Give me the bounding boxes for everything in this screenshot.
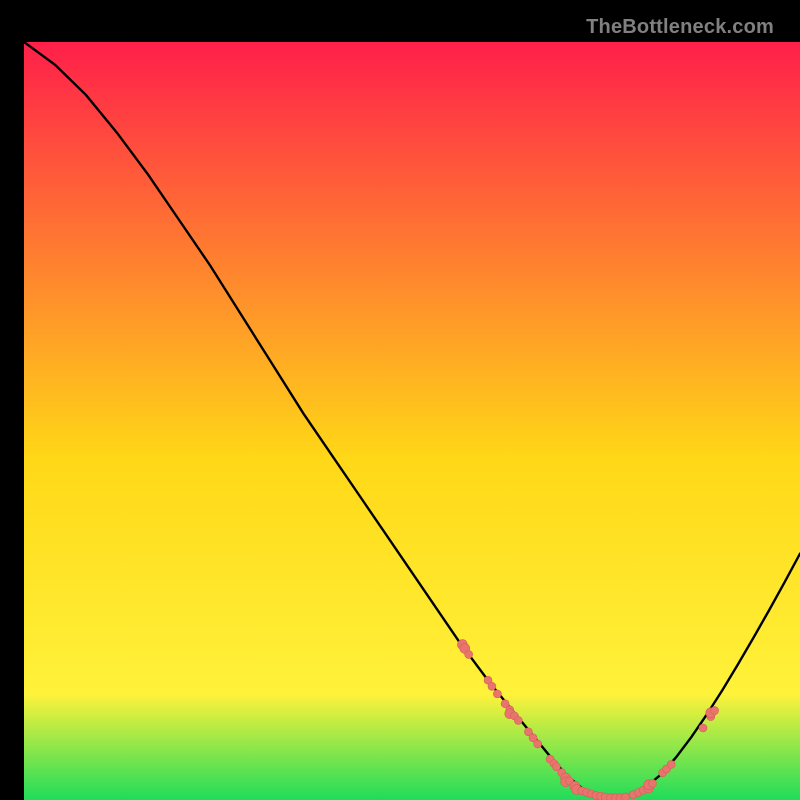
data-marker [649,779,657,787]
data-marker [465,650,473,658]
data-marker [493,690,501,698]
chart-plot [24,42,800,800]
data-marker [621,793,629,800]
data-marker [534,740,542,748]
data-marker [667,760,675,768]
chart-svg [24,42,800,800]
gradient-background [24,42,800,800]
data-marker [711,707,719,715]
chart-frame: TheBottleneck.com [12,12,788,788]
data-marker [699,724,707,732]
watermark-text: TheBottleneck.com [586,16,774,39]
data-marker [488,682,496,690]
data-marker [514,716,522,724]
